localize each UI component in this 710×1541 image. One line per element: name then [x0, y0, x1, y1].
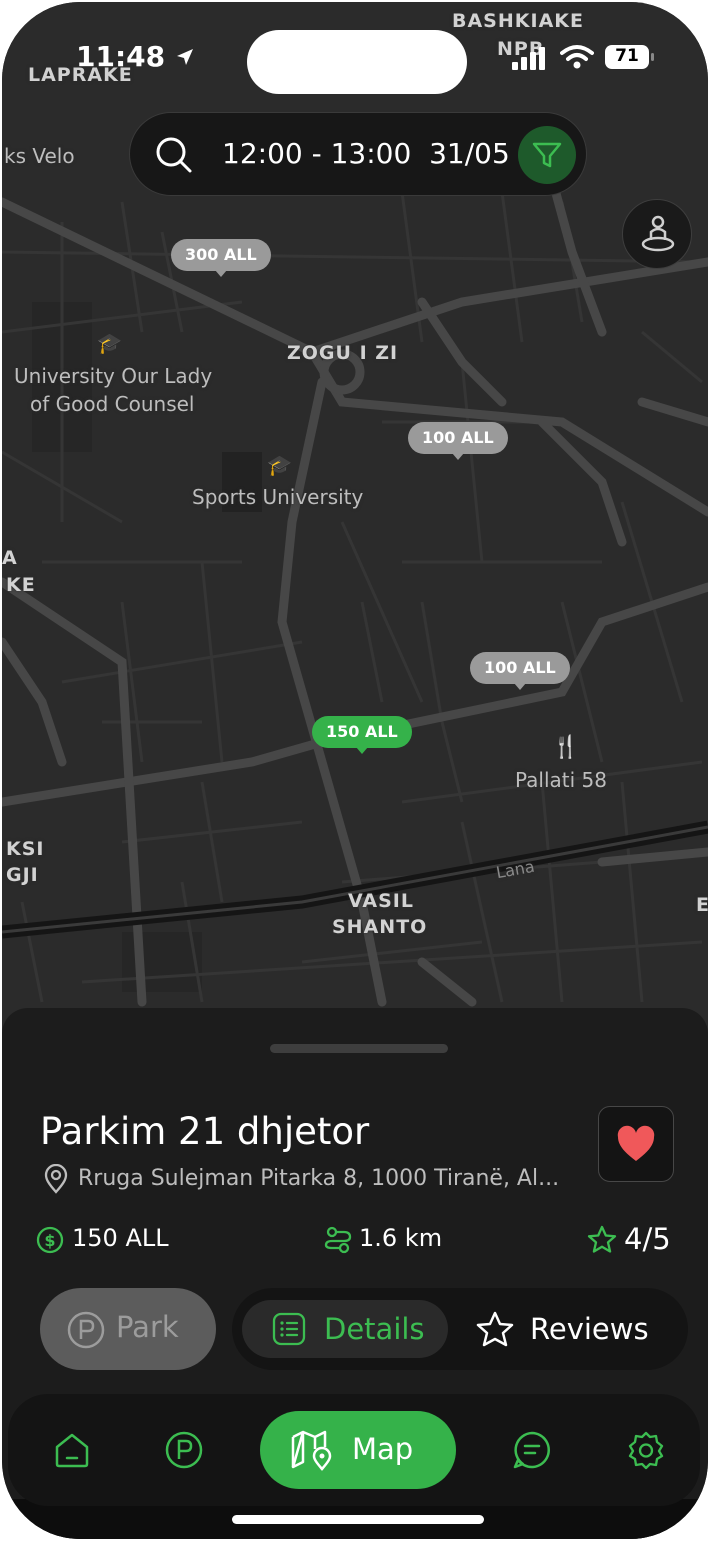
price-pin[interactable]: 100 ALL — [408, 422, 508, 460]
star-icon — [587, 1225, 617, 1253]
tab-parking[interactable] — [164, 1430, 204, 1470]
person-location-icon — [641, 215, 675, 252]
tab-home[interactable] — [52, 1430, 92, 1470]
filter-button[interactable] — [518, 126, 576, 184]
reviews-label: Reviews — [530, 1312, 649, 1346]
map-label-vasil: VASIL — [348, 890, 414, 912]
sheet-handle[interactable] — [270, 1044, 448, 1053]
locate-me-button[interactable] — [622, 199, 692, 269]
price-value: 150 ALL — [72, 1224, 169, 1252]
rating-value: 4/5 — [624, 1222, 671, 1256]
parking-icon — [67, 1311, 105, 1349]
tab-map[interactable]: Map — [260, 1411, 456, 1489]
map-label-velo: ks Velo — [4, 144, 75, 168]
status-time: 11:48 — [76, 40, 195, 73]
distance-value: 1.6 km — [359, 1224, 443, 1252]
list-icon — [272, 1312, 306, 1346]
price-pin[interactable]: 100 ALL — [470, 652, 570, 690]
chat-icon — [513, 1431, 550, 1469]
tab-settings[interactable] — [626, 1430, 666, 1470]
map-label-zogu: ZOGU I ZI — [287, 342, 399, 364]
search-bar[interactable]: 12:00 - 13:00 31/05 — [129, 112, 587, 196]
map-label-ke: KE — [6, 574, 36, 596]
parking-title: Parkim 21 dhjetor — [40, 1110, 370, 1153]
favorite-button[interactable] — [598, 1106, 674, 1182]
bottom-tab-bar: Map — [8, 1394, 700, 1506]
parking-icon — [165, 1431, 203, 1469]
map-label-shanto: SHANTO — [332, 916, 428, 938]
svg-text:$: $ — [44, 1231, 55, 1250]
home-indicator[interactable] — [232, 1515, 484, 1524]
battery-icon: 71 — [605, 45, 654, 69]
wifi-icon — [560, 45, 594, 69]
map-label-pallati: Pallati 58 — [515, 768, 607, 792]
search-icon — [156, 137, 192, 173]
park-button[interactable]: Park — [40, 1288, 216, 1370]
map-label-gji: GJI — [6, 864, 39, 886]
route-icon — [324, 1226, 352, 1254]
tab-details[interactable]: Details — [242, 1300, 448, 1358]
star-outline-icon — [476, 1311, 514, 1347]
signal-icon — [512, 47, 545, 70]
location-arrow-icon — [176, 49, 193, 65]
gear-icon — [628, 1431, 664, 1470]
map-label-e: E — [696, 894, 708, 916]
map-pin-icon — [44, 1164, 68, 1194]
tab-chat[interactable] — [512, 1430, 552, 1470]
map-tab-label: Map — [352, 1432, 414, 1466]
filter-icon — [532, 142, 562, 168]
heart-icon — [617, 1125, 655, 1161]
map-label-university-2: of Good Counsel — [30, 392, 195, 416]
map-label-ksi: KSI — [6, 838, 45, 860]
map-label-a: A — [2, 547, 18, 569]
dynamic-island — [247, 30, 467, 94]
price-pin[interactable]: 300 ALL — [171, 239, 271, 277]
map-label-bashkiake: BASHKIAKE — [452, 10, 584, 32]
phone-screen: 🎓 🎓 🍴 BASHKIAKE NPB LAPRAKE ks Velo Univ… — [2, 2, 708, 1539]
price-pin-selected[interactable]: 150 ALL — [312, 716, 412, 754]
svg-text:🎓: 🎓 — [97, 331, 122, 355]
park-label: Park — [116, 1310, 179, 1344]
details-reviews-toggle: Details Reviews — [232, 1288, 688, 1370]
search-date: 31/05 — [429, 137, 510, 170]
map-label-university: University Our Lady — [14, 364, 213, 388]
svg-text:🍴: 🍴 — [552, 734, 579, 760]
map-icon — [291, 1430, 332, 1471]
details-label: Details — [324, 1312, 425, 1346]
parking-address: Rruga Sulejman Pitarka 8, 1000 Tiranë, A… — [78, 1166, 560, 1191]
map-label-sports-university: Sports University — [192, 485, 364, 509]
search-time-date: 12:00 - 13:00 31/05 — [222, 137, 510, 170]
home-icon — [55, 1433, 89, 1468]
battery-level: 71 — [615, 46, 639, 66]
svg-text:🎓: 🎓 — [267, 453, 292, 477]
dollar-icon: $ — [36, 1226, 64, 1254]
search-time-range: 12:00 - 13:00 — [222, 137, 412, 170]
